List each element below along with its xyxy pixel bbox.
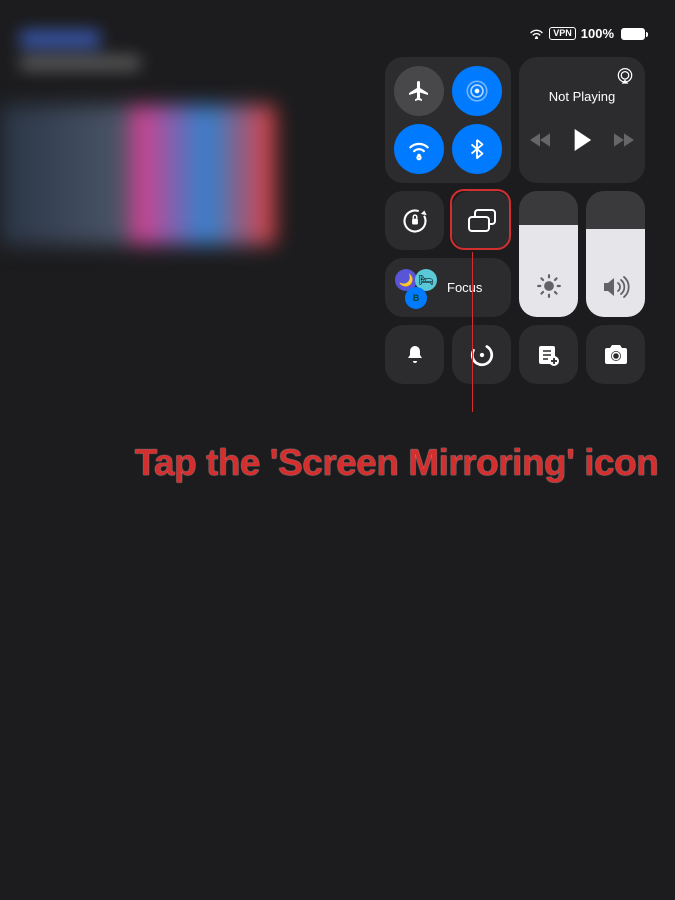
screen-mirroring-button[interactable]: [452, 191, 511, 250]
note-add-icon: [536, 343, 562, 367]
focus-mode-icons: 🌙 🛏 B: [395, 269, 439, 307]
silent-mode-button[interactable]: [385, 325, 444, 384]
focus-label: Focus: [447, 280, 482, 295]
airplay-audio-icon[interactable]: [615, 67, 635, 87]
wifi-status-icon: [529, 28, 544, 39]
bluetooth-icon: [466, 138, 488, 160]
blurred-header: [20, 30, 280, 95]
next-track-button[interactable]: [614, 133, 634, 147]
timer-button[interactable]: [452, 325, 511, 384]
play-button[interactable]: [572, 129, 592, 151]
annotation-arrow-line: [472, 252, 473, 412]
previous-track-button[interactable]: [530, 133, 550, 147]
battery-icon: [619, 28, 645, 40]
control-center: Not Playing 🌙 🛏: [385, 57, 645, 392]
battery-percent: 100%: [581, 26, 614, 41]
media-title: Not Playing: [549, 89, 615, 104]
brightness-fill: [519, 225, 578, 317]
volume-icon: [602, 275, 630, 299]
bell-icon: [403, 343, 427, 367]
bluetooth-button[interactable]: [452, 124, 502, 174]
screen-mirroring-icon: [467, 208, 497, 234]
notes-button[interactable]: [519, 325, 578, 384]
vpn-badge: VPN: [549, 27, 576, 40]
orientation-lock-icon: [401, 207, 429, 235]
airdrop-button[interactable]: [452, 66, 502, 116]
wifi-icon: [406, 136, 432, 162]
volume-fill: [586, 229, 645, 317]
media-tile[interactable]: Not Playing: [519, 57, 645, 183]
airdrop-icon: [464, 78, 490, 104]
brightness-icon: [536, 273, 562, 299]
blurred-photo-thumbnail: [0, 105, 275, 245]
airplane-icon: [407, 79, 431, 103]
orientation-lock-button[interactable]: [385, 191, 444, 250]
camera-icon: [602, 343, 630, 367]
connectivity-tile[interactable]: [385, 57, 511, 183]
brightness-slider[interactable]: [519, 191, 578, 317]
camera-button[interactable]: [586, 325, 645, 384]
volume-slider[interactable]: [586, 191, 645, 317]
focus-button[interactable]: 🌙 🛏 B Focus: [385, 258, 511, 317]
annotation-text: Tap the 'Screen Mirroring' icon: [128, 442, 665, 484]
wifi-button[interactable]: [394, 124, 444, 174]
airplane-mode-button[interactable]: [394, 66, 444, 116]
status-bar: VPN 100%: [529, 26, 645, 41]
